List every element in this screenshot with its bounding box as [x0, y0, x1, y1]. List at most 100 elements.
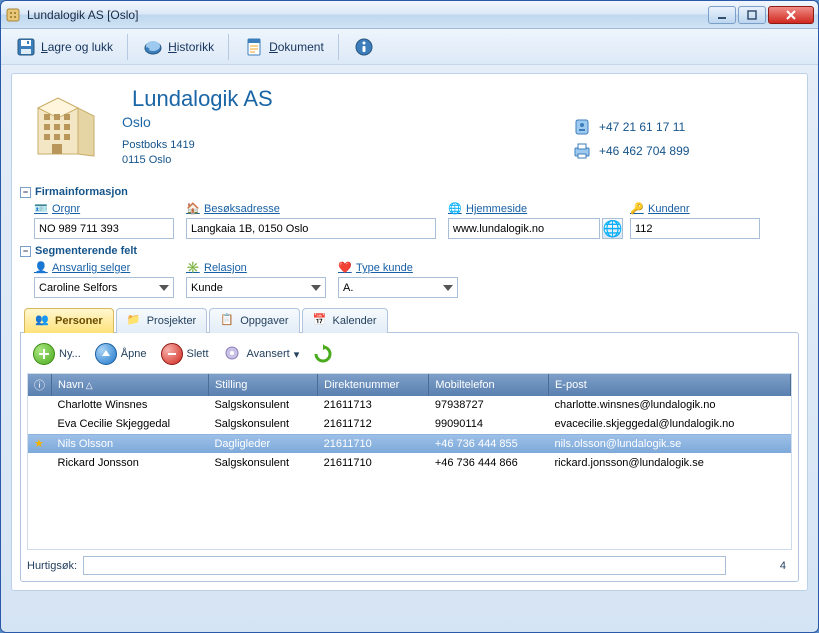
- navn-cell: Rickard Jonsson: [52, 454, 209, 473]
- history-button[interactable]: Historikk: [138, 33, 218, 61]
- star-cell: [28, 415, 52, 434]
- grid-header-epost[interactable]: E-post: [548, 374, 790, 396]
- tab-prosjekter[interactable]: 📁 Prosjekter: [116, 308, 208, 333]
- stilling-cell: Salgskonsulent: [208, 454, 317, 473]
- person-icon: 👤: [34, 261, 48, 275]
- stilling-cell: Salgskonsulent: [208, 415, 317, 434]
- company-name: Lundalogik AS: [132, 86, 561, 112]
- tab-personer-label: Personer: [55, 315, 103, 327]
- app-icon: [5, 7, 21, 23]
- chevron-down-icon: ▾: [294, 348, 300, 361]
- main-toolbar: Lagre og lukk document.currentScript.pre…: [1, 29, 818, 65]
- main-card: Lundalogik AS Oslo Postboks 1419 0115 Os…: [11, 73, 808, 591]
- orgnr-label[interactable]: 🪪Orgnr: [34, 202, 174, 216]
- company-header: Lundalogik AS Oslo Postboks 1419 0115 Os…: [20, 82, 799, 180]
- tab-oppgaver-label: Oppgaver: [240, 315, 288, 327]
- selger-combo[interactable]: [34, 277, 174, 298]
- collapse-icon[interactable]: −: [20, 187, 31, 198]
- tab-kalender-label: Kalender: [333, 315, 377, 327]
- typekunde-field: ❤️Type kunde: [338, 261, 458, 298]
- tab-kalender[interactable]: 📅 Kalender: [302, 308, 388, 333]
- sort-asc-icon: △: [86, 380, 93, 390]
- star-cell: [28, 396, 52, 415]
- people-icon: 👥: [35, 313, 51, 329]
- firmainfo-fields: 🪪Orgnr 🏠Besøksadresse 🌐Hjemmeside 🌐: [20, 202, 799, 239]
- mobil-cell: 97938727: [429, 396, 549, 415]
- collapse-icon[interactable]: −: [20, 246, 31, 257]
- grid-header-mobil[interactable]: Mobiltelefon: [429, 374, 549, 396]
- besok-label[interactable]: 🏠Besøksadresse: [186, 202, 436, 216]
- direkte-cell: 21611710: [318, 454, 429, 473]
- stilling-cell: Salgskonsulent: [208, 396, 317, 415]
- firmainfo-header: − Firmainformasjon: [20, 184, 799, 200]
- table-row[interactable]: Eva Cecilie SkjeggedalSalgskonsulent2161…: [28, 415, 791, 434]
- save-close-button[interactable]: Lagre og lukk document.currentScript.pre…: [11, 33, 117, 61]
- navn-cell: Charlotte Winsnes: [52, 396, 209, 415]
- navn-cell: Eva Cecilie Skjeggedal: [52, 415, 209, 434]
- table-row[interactable]: ★Nils OlssonDagligleder21611710+46 736 4…: [28, 434, 791, 454]
- refresh-icon: [313, 344, 333, 364]
- app-window: Lundalogik AS [Oslo] Lagre og lukk docum…: [0, 0, 819, 633]
- grid-header-direkte[interactable]: Direktenummer: [318, 374, 429, 396]
- quicksearch-label: Hurtigsøk:: [27, 560, 77, 572]
- firmainfo-section: − Firmainformasjon 🪪Orgnr 🏠Besøksadresse…: [20, 184, 799, 239]
- fax-icon: [573, 142, 591, 160]
- navn-cell: Nils Olsson: [52, 434, 209, 454]
- personer-panel: Ny... Åpne Slett Avansert ▾: [20, 332, 799, 582]
- epost-cell: evacecilie.skjeggedal@lundalogik.no: [548, 415, 790, 434]
- delete-button[interactable]: Slett: [157, 341, 213, 367]
- quicksearch-input[interactable]: [83, 556, 726, 575]
- tab-oppgaver[interactable]: 📋 Oppgaver: [209, 308, 299, 333]
- open-button[interactable]: Åpne: [91, 341, 151, 367]
- grid-header-stilling[interactable]: Stilling: [208, 374, 317, 396]
- segment-title: Segmenterende felt: [35, 245, 137, 257]
- minimize-button[interactable]: [708, 6, 736, 24]
- heart-icon: ❤️: [338, 261, 352, 275]
- maximize-button[interactable]: [738, 6, 766, 24]
- refresh-button[interactable]: [309, 342, 337, 366]
- mobil-cell: +46 736 444 855: [429, 434, 549, 454]
- typekunde-label[interactable]: ❤️Type kunde: [338, 261, 458, 275]
- calendar-icon: 📅: [313, 313, 329, 329]
- plus-icon: [33, 343, 55, 365]
- selger-label[interactable]: 👤Ansvarlig selger: [34, 261, 174, 275]
- relasjon-label[interactable]: ✳️Relasjon: [186, 261, 326, 275]
- new-button[interactable]: Ny...: [29, 341, 85, 367]
- star-cell: [28, 454, 52, 473]
- open-url-button[interactable]: 🌐: [602, 218, 623, 239]
- grid-header-navn[interactable]: Navn△: [52, 374, 209, 396]
- firmainfo-title: Firmainformasjon: [35, 186, 128, 198]
- window-title: Lundalogik AS [Oslo]: [27, 8, 708, 22]
- direkte-cell: 21611713: [318, 396, 429, 415]
- personer-toolbar: Ny... Åpne Slett Avansert ▾: [27, 339, 792, 373]
- hjemmeside-label[interactable]: 🌐Hjemmeside: [448, 202, 618, 216]
- table-row[interactable]: Rickard JonssonSalgskonsulent21611710+46…: [28, 454, 791, 473]
- advanced-button[interactable]: Avansert ▾: [219, 342, 304, 366]
- orgnr-input[interactable]: [34, 218, 174, 239]
- content-area: Lundalogik AS Oslo Postboks 1419 0115 Os…: [1, 65, 818, 601]
- relasjon-combo[interactable]: [186, 277, 326, 298]
- mobil-cell: 99090114: [429, 415, 549, 434]
- task-icon: 📋: [220, 313, 236, 329]
- personer-grid[interactable]: ⓘ Navn△ Stilling Direktenummer Mobiltele…: [27, 373, 792, 550]
- direkte-cell: 21611712: [318, 415, 429, 434]
- info-button[interactable]: [349, 33, 379, 61]
- tab-personer[interactable]: 👥 Personer: [24, 308, 114, 333]
- save-close-label: Lagre og lukk: [41, 40, 113, 54]
- hjemmeside-input[interactable]: [448, 218, 600, 239]
- phone-value[interactable]: +47 21 61 17 11: [599, 120, 685, 134]
- arrow-up-icon: [95, 343, 117, 365]
- kundenr-input[interactable]: [630, 218, 760, 239]
- typekunde-combo[interactable]: [338, 277, 458, 298]
- table-row[interactable]: Charlotte WinsnesSalgskonsulent216117139…: [28, 396, 791, 415]
- company-addr2: 0115 Oslo: [122, 153, 561, 168]
- info-icon: ⓘ: [34, 380, 45, 392]
- grid-header-info[interactable]: ⓘ: [28, 374, 52, 396]
- phone-row: +47 21 61 17 11: [573, 118, 793, 136]
- close-button[interactable]: [768, 6, 814, 24]
- kundenr-label[interactable]: 🔑Kundenr: [630, 202, 760, 216]
- document-button[interactable]: Dokument: [239, 33, 328, 61]
- besok-input[interactable]: [186, 218, 436, 239]
- fax-value[interactable]: +46 462 704 899: [599, 144, 689, 158]
- toolbar-sep: [338, 34, 339, 60]
